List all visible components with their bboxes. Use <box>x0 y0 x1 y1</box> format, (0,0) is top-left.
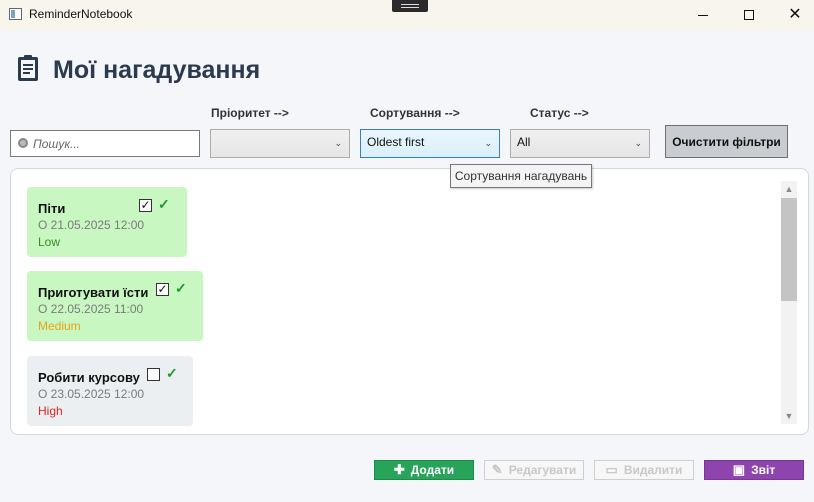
reminder-title: Приготувати їсти <box>38 285 149 300</box>
scroll-thumb[interactable] <box>781 198 797 301</box>
done-checkbox[interactable] <box>147 368 160 381</box>
search-icon <box>18 138 28 148</box>
reminder-priority: High <box>38 404 63 418</box>
reminder-priority: Medium <box>38 319 81 333</box>
sort-filter-label: Сортування --> <box>370 106 460 120</box>
reminder-date: О 21.05.2025 12:00 <box>38 218 145 232</box>
chevron-down-icon: ⌄ <box>634 138 642 148</box>
report-button-label: Звіт <box>751 463 776 477</box>
check-icon: ✓ <box>158 196 170 212</box>
drag-handle[interactable] <box>392 0 428 12</box>
add-button[interactable]: ✚ Додати <box>374 460 474 480</box>
search-input[interactable] <box>33 134 193 153</box>
priority-filter-label: Пріоритет --> <box>211 106 289 120</box>
reminder-title: Робити курсову <box>38 370 140 385</box>
clipboard-icon <box>18 55 38 81</box>
priority-select[interactable]: ⌄ <box>210 129 350 158</box>
check-icon: ✓ <box>166 365 178 381</box>
reminder-list[interactable]: Піти ✓ ✓ О 21.05.2025 12:00 Low Приготув… <box>10 168 809 435</box>
reminder-title: Піти <box>38 201 66 216</box>
pencil-icon: ✎ <box>491 462 503 477</box>
report-button[interactable]: ▣ Звіт <box>704 460 804 480</box>
report-icon: ▣ <box>732 462 746 477</box>
reminder-card[interactable]: Приготувати їсти ✓ ✓ О 22.05.2025 11:00 … <box>27 271 203 341</box>
scroll-up-icon[interactable]: ▲ <box>781 181 797 197</box>
chevron-down-icon: ⌄ <box>334 138 342 148</box>
edit-button[interactable]: ✎ Редагувати <box>484 460 584 480</box>
window-title: ReminderNotebook <box>29 7 133 21</box>
search-box[interactable] <box>10 130 200 157</box>
done-checkbox[interactable]: ✓ <box>139 199 152 212</box>
status-filter-label: Статус --> <box>530 106 589 120</box>
app-icon <box>9 8 22 20</box>
maximize-icon <box>744 10 754 20</box>
minimize-icon <box>698 14 708 16</box>
reminder-card[interactable]: Піти ✓ ✓ О 21.05.2025 12:00 Low <box>27 187 187 257</box>
sort-select-value: Oldest first <box>367 135 425 149</box>
status-select-value: All <box>517 135 531 149</box>
chevron-down-icon: ⌄ <box>484 138 492 148</box>
reminder-date: О 23.05.2025 12:00 <box>38 387 145 401</box>
status-select[interactable]: All ⌄ <box>510 129 650 158</box>
sort-tooltip: Сортування нагадувань <box>450 164 592 188</box>
delete-button[interactable]: ▭ Видалити <box>594 460 694 480</box>
title-bar: ReminderNotebook ✕ <box>0 0 814 30</box>
trash-icon: ▭ <box>605 462 618 477</box>
close-icon: ✕ <box>788 6 802 23</box>
check-icon: ✓ <box>175 280 187 296</box>
reminder-priority: Low <box>38 235 61 249</box>
reminder-card[interactable]: Робити курсову ✓ О 23.05.2025 12:00 High <box>27 356 193 426</box>
delete-button-label: Видалити <box>623 463 683 477</box>
page-title: Мої нагадування <box>53 56 261 84</box>
clear-filters-button[interactable]: Очистити фільтри <box>665 125 788 158</box>
reminder-date: О 22.05.2025 11:00 <box>38 302 144 316</box>
plus-icon: ✚ <box>393 462 405 477</box>
minimize-button[interactable] <box>680 0 726 30</box>
edit-button-label: Редагувати <box>508 463 577 477</box>
scroll-down-icon[interactable]: ▼ <box>781 408 797 424</box>
add-button-label: Додати <box>410 463 455 477</box>
maximize-button[interactable] <box>726 0 772 30</box>
done-checkbox[interactable]: ✓ <box>156 283 169 296</box>
close-button[interactable]: ✕ <box>772 0 814 30</box>
scrollbar[interactable]: ▲ ▼ <box>781 181 797 424</box>
sort-select[interactable]: Oldest first ⌄ <box>360 129 500 158</box>
